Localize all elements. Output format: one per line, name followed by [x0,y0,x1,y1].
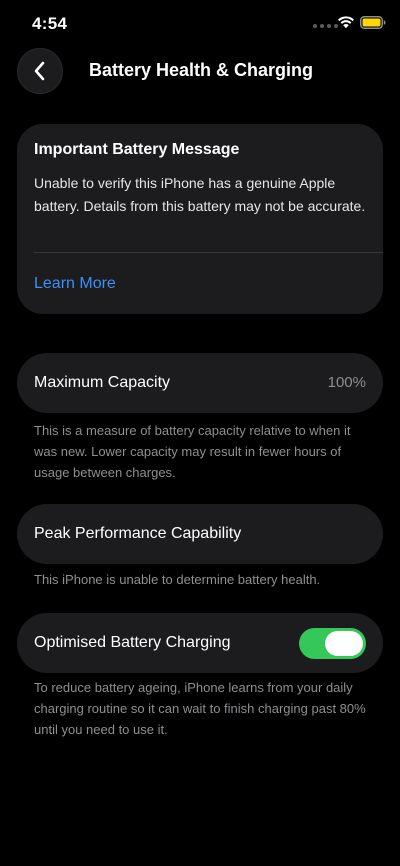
optimised-charging-label: Optimised Battery Charging [34,634,231,651]
page-title: Battery Health & Charging [89,60,314,80]
status-bar: 4:54 [0,0,400,46]
maximum-capacity-note: This is a measure of battery capacity re… [34,423,351,480]
maximum-capacity-row: Maximum Capacity 100% [17,353,383,413]
message-body: Unable to verify this iPhone has a genui… [34,175,366,214]
status-time: 4:54 [32,14,68,33]
maximum-capacity-label: Maximum Capacity [34,374,171,391]
battery-message-card: Important Battery Message Unable to veri… [17,124,383,314]
optimised-charging-toggle[interactable] [299,628,366,659]
toggle-knob [325,631,363,656]
message-title: Important Battery Message [34,141,240,158]
maximum-capacity-value: 100% [327,374,366,391]
chevron-left-icon [34,61,45,81]
optimised-charging-row: Optimised Battery Charging [17,613,383,673]
divider [34,252,383,253]
peak-performance-note: This iPhone is unable to determine batte… [34,572,321,587]
peak-performance-row: Peak Performance Capability [17,504,383,564]
wifi-icon [338,16,354,29]
back-button[interactable] [17,48,63,94]
optimised-charging-note: To reduce battery ageing, iPhone learns … [34,680,366,737]
battery-icon [360,16,386,29]
peak-performance-label: Peak Performance Capability [34,525,242,542]
learn-more-link[interactable]: Learn More [34,275,116,293]
cellular-signal-icon [313,24,338,28]
